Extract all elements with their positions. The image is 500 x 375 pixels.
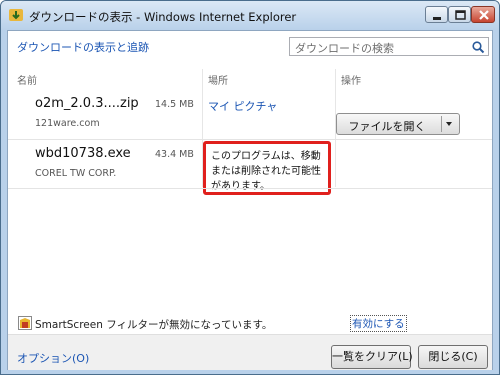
minimize-icon [433,17,441,20]
location-link[interactable]: マイ ピクチャ [208,98,277,114]
minimize-button[interactable] [425,6,448,23]
footer-bar: オプション(O) 一覧をクリア(L) 閉じる(C) [8,334,492,370]
moved-or-deleted-warning: このプログラムは、移動または削除された可能性があります。 [203,141,331,195]
file-size: 43.4 MB [155,149,194,160]
search-placeholder: ダウンロードの検索 [295,42,394,55]
clear-list-button[interactable]: 一覧をクリア(L) [331,345,413,369]
column-header-location[interactable]: 場所 [208,72,228,87]
smartscreen-shield-icon [18,316,32,330]
maximize-icon [455,10,466,20]
row-divider [8,188,492,189]
open-file-button[interactable]: ファイルを開く [336,113,460,135]
enable-smartscreen-link[interactable]: 有効にする [350,315,407,332]
search-icon[interactable] [471,40,485,54]
chevron-down-icon[interactable] [446,122,452,126]
column-header-actions[interactable]: 操作 [341,72,361,87]
open-file-label: ファイルを開く [348,120,426,133]
download-manager-panel: ダウンロードの表示と追跡 ダウンロードの検索 名前 場所 操作 o2m_2.0.… [7,30,493,370]
row-divider [8,139,492,140]
publisher: COREL TW CORP. [35,168,117,179]
ie-download-icon [9,9,23,21]
close-button[interactable]: 閉じる(C) [418,345,488,369]
view-downloads-link[interactable]: ダウンロードの表示と追跡 [17,39,149,55]
file-name: o2m_2.0.3....zip [35,96,139,111]
close-window-button[interactable] [471,6,495,23]
close-icon [479,10,489,20]
publisher: 121ware.com [35,118,100,129]
maximize-button[interactable] [448,6,471,23]
window-title: ダウンロードの表示 - Windows Internet Explorer [29,10,297,24]
column-header-name[interactable]: 名前 [17,72,37,87]
file-name: wbd10738.exe [35,146,131,161]
split-separator [441,116,442,132]
file-size: 14.5 MB [155,99,194,110]
downloads-window: ダウンロードの表示 - Windows Internet Explorer ダウ… [0,0,500,375]
title-bar[interactable]: ダウンロードの表示 - Windows Internet Explorer [1,1,499,30]
search-input[interactable]: ダウンロードの検索 [289,37,489,56]
options-link[interactable]: オプション(O) [17,350,89,366]
smartscreen-text: SmartScreen フィルターが無効になっています。 [35,319,273,331]
